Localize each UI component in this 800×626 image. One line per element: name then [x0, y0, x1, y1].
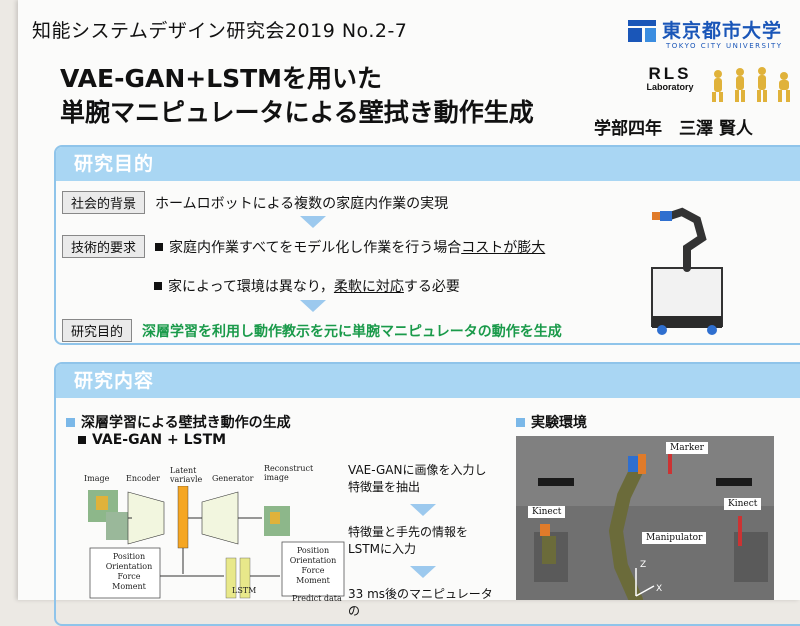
tech-requirement-text-2: 家によって環境は異なり，	[168, 279, 334, 295]
diagram-lstm-label: LSTM	[232, 586, 257, 595]
evolution-figures-icon	[712, 67, 790, 102]
square-bullet-icon	[66, 418, 75, 427]
flow-step-3: 33 ms後のマニピュレータの	[348, 587, 493, 618]
flow-step-2a: 特徴量と手先の情報を	[348, 525, 469, 539]
lab-logo: RLS Laboratory	[640, 64, 700, 92]
process-flow: VAE-GANに画像を入力し 特徴量を抽出 特徴量と手先の情報を LSTMに入力…	[348, 462, 498, 620]
content-heading: 研究内容	[56, 364, 800, 398]
diagram-input-box: Position Orientation Force Moment	[105, 552, 153, 591]
tech-requirement-text-2-emphasis: 柔軟に対応	[333, 279, 404, 295]
kinect-left-tag: Kinect	[528, 506, 566, 518]
method-item: VAE-GAN + LSTM	[78, 432, 226, 448]
lab-logo-subtext: Laboratory	[646, 82, 694, 92]
diagram-predict-label: Predict data	[292, 594, 342, 603]
axis-z-label: Z	[640, 560, 647, 570]
marker-tag: Marker	[666, 442, 708, 454]
social-background-label: 社会的背景	[62, 191, 146, 214]
tech-requirement-text-2-end: する必要	[403, 279, 460, 295]
diagram-latent-label: Latent variavle	[170, 466, 203, 484]
university-mark-icon	[628, 20, 656, 42]
bullet-icon	[155, 242, 164, 251]
tech-requirement-row-2: 家によって環境は異なり， 柔軟に対応 する必要	[154, 276, 460, 296]
research-goal-label: 研究目的	[62, 319, 133, 342]
environment-subheading: 実験環境	[516, 412, 587, 432]
poster: 知能システムデザイン研究会2019 No.2-7 東京都市大学 TOKYO CI…	[18, 0, 800, 626]
research-goal-text: 深層学習を利用し動作教示を元に単腕マニピュレータの動作を生成	[142, 323, 562, 340]
manipulator-tag: Manipulator	[642, 532, 707, 544]
title-line-2: 単腕マニピュレータによる壁拭き動作生成	[60, 98, 534, 127]
tech-requirement-text-1: 家庭内作業すべてをモデル化し作業を行う場合	[169, 239, 462, 256]
lab-logo-text: RLS	[648, 64, 692, 83]
down-arrow-icon	[300, 300, 326, 312]
environment-photo: Marker Kinect Kinect Manipulator Z X	[516, 436, 774, 600]
diagram-image-label: Image	[84, 474, 110, 483]
down-arrow-icon	[410, 504, 436, 516]
tech-requirement-label: 技術的要求	[62, 235, 146, 258]
tech-requirement-row: 技術的要求 家庭内作業すべてをモデル化し作業を行う場合 コストが膨大	[62, 235, 545, 258]
conference-label: 知能システムデザイン研究会2019 No.2-7	[32, 20, 408, 42]
university-name: 東京都市大学	[662, 20, 783, 42]
diagram-encoder-label: Encoder	[126, 474, 160, 483]
down-arrow-icon	[300, 216, 326, 228]
method-subheading-text: 深層学習による壁拭き動作の生成	[81, 415, 291, 431]
bullet-icon	[78, 436, 86, 444]
social-background-text: ホームロボットによる複数の家庭内作業の実現	[155, 195, 449, 212]
diagram-generator-label: Generator	[212, 474, 254, 483]
tech-requirement-text-1-emphasis: コストが膨大	[461, 239, 546, 256]
down-arrow-icon	[410, 566, 436, 578]
flow-step-2b: LSTMに入力	[348, 542, 416, 556]
university-name-en: TOKYO CITY UNIVERSITY	[666, 42, 783, 50]
square-bullet-icon	[516, 418, 525, 427]
kinect-right-tag: Kinect	[724, 498, 762, 510]
poster-title: VAE-GAN+LSTMを用いた 単腕マニピュレータによる壁拭き動作生成	[60, 62, 534, 130]
author-name: 学部四年 三澤 賢人	[594, 119, 753, 139]
environment-render	[516, 436, 774, 600]
social-background-row: 社会的背景 ホームロボットによる複数の家庭内作業の実現	[62, 191, 448, 214]
purpose-heading: 研究目的	[56, 147, 800, 181]
bullet-icon	[154, 282, 162, 290]
method-item-text: VAE-GAN + LSTM	[92, 432, 227, 448]
environment-subheading-text: 実験環境	[531, 415, 587, 431]
flow-step-1a: VAE-GANに画像を入力し	[348, 463, 487, 477]
diagram-output-box: Position Orientation Force Moment	[289, 546, 337, 585]
flow-step-1b: 特徴量を抽出	[348, 480, 421, 494]
method-subheading: 深層学習による壁拭き動作の生成	[66, 412, 291, 432]
robot-illustration	[651, 207, 723, 335]
diagram-reconstruct-label: Reconstruct image	[264, 464, 314, 482]
network-diagram: Image Encoder Latent variavle Generator R…	[70, 462, 346, 603]
title-line-1: VAE-GAN+LSTMを用いた	[60, 64, 383, 93]
research-goal-row: 研究目的 深層学習を利用し動作教示を元に単腕マニピュレータの動作を生成	[62, 319, 562, 342]
axis-x-label: X	[656, 584, 663, 594]
